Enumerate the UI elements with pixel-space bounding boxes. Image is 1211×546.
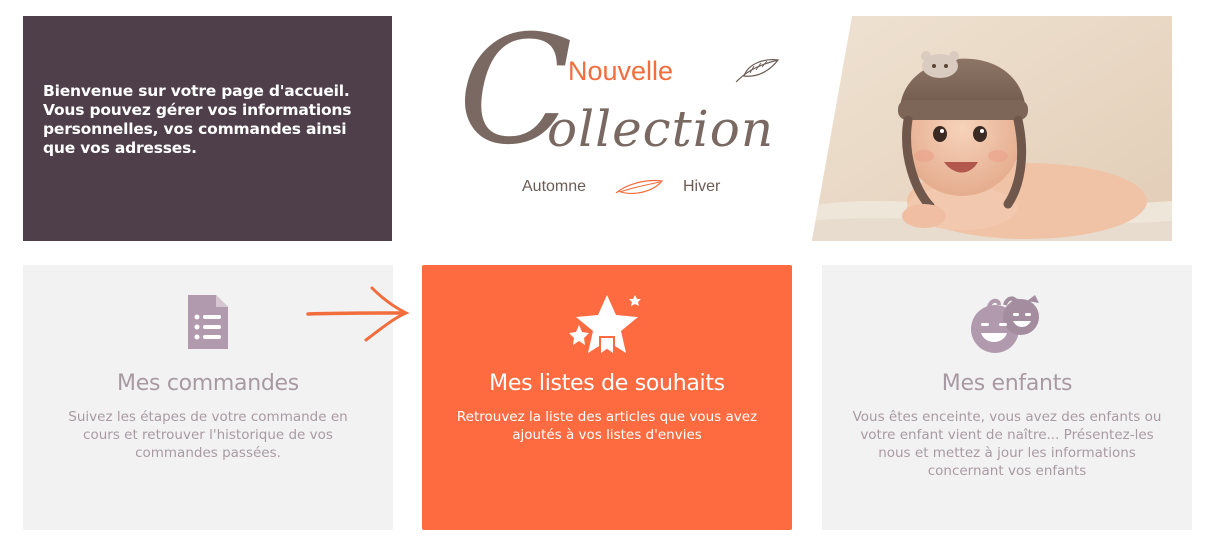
season-autumn: Automne bbox=[522, 178, 587, 195]
welcome-panel: Bienvenue sur votre page d'accueil. Vous… bbox=[23, 16, 392, 241]
card-wishlists[interactable]: Mes listes de souhaits Retrouvez la list… bbox=[422, 265, 792, 530]
children-faces-icon bbox=[971, 295, 1039, 353]
card-children-title: Mes enfants bbox=[941, 371, 1073, 396]
document-list-icon bbox=[188, 295, 228, 349]
leaf-icon bbox=[615, 179, 664, 194]
arrow-right-icon bbox=[306, 286, 410, 342]
season-winter: Hiver bbox=[683, 178, 721, 195]
welcome-text: Bienvenue sur votre page d'accueil. Vous… bbox=[43, 82, 352, 157]
card-children[interactable]: Mes enfants Vous êtes enceinte, vous ave… bbox=[822, 265, 1192, 530]
stars-icon bbox=[569, 295, 641, 357]
feather-icon bbox=[735, 59, 780, 83]
collection-banner[interactable]: C ollection Nouvelle Automne Hiver bbox=[440, 16, 800, 220]
card-children-description: Vous êtes enceinte, vous avez des enfant… bbox=[852, 409, 1162, 479]
card-wishlists-title: Mes listes de souhaits bbox=[489, 371, 725, 396]
collection-word: ollection bbox=[547, 100, 775, 158]
card-wishlists-description: Retrouvez la liste des articles que vous… bbox=[456, 409, 758, 443]
baby-photo[interactable] bbox=[812, 16, 1172, 241]
card-orders-description: Suivez les étapes de votre commande en c… bbox=[68, 409, 348, 461]
card-orders-title: Mes commandes bbox=[117, 371, 299, 396]
nouvelle-label: Nouvelle bbox=[568, 56, 674, 86]
